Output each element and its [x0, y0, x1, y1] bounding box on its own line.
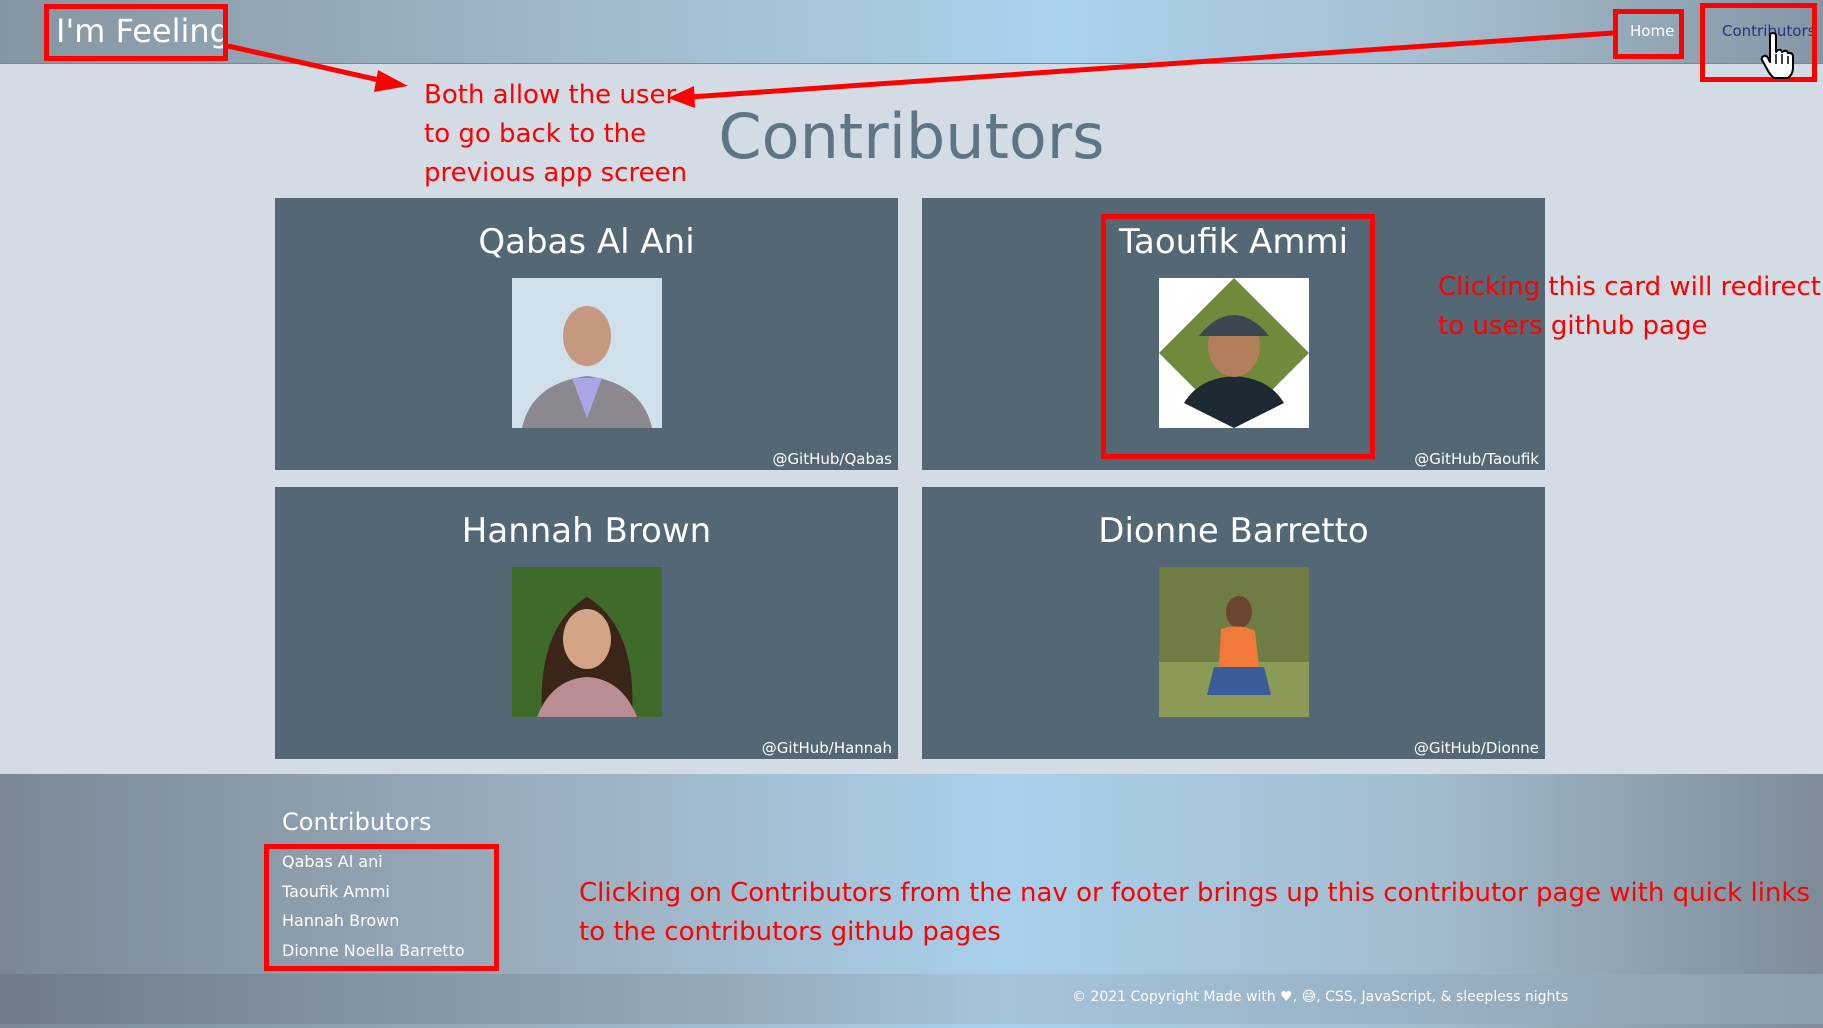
- contributor-github-handle: @GitHub/Dionne: [1413, 739, 1539, 757]
- footer: Contributors Qabas Al ani Taoufik Ammi H…: [0, 774, 1823, 1028]
- contributor-card-taoufik[interactable]: Taoufik Ammi @GitHub/Taoufik: [922, 198, 1545, 470]
- brand-logo-link[interactable]: I'm Feeling: [56, 12, 230, 50]
- footer-link-hannah[interactable]: Hannah Brown: [282, 911, 399, 930]
- contributor-card-hannah[interactable]: Hannah Brown @GitHub/Hannah: [275, 487, 898, 759]
- footer-link-taoufik[interactable]: Taoufik Ammi: [282, 882, 390, 901]
- contributor-name: Dionne Barretto: [1098, 511, 1369, 551]
- footer-link-dionne[interactable]: Dionne Noella Barretto: [282, 941, 465, 960]
- person-photo-icon: [1159, 567, 1309, 717]
- person-photo-icon: [512, 278, 662, 428]
- footer-link-qabas[interactable]: Qabas Al ani: [282, 852, 383, 871]
- page-title: Contributors: [718, 100, 1105, 173]
- person-photo-icon: [1159, 278, 1309, 428]
- contributor-photo: [512, 567, 662, 717]
- contributor-name: Taoufik Ammi: [1118, 222, 1349, 262]
- contributor-github-handle: @GitHub/Taoufik: [1414, 450, 1539, 468]
- navbar: I'm Feeling Home Contributors: [0, 0, 1823, 64]
- contributor-card-dionne[interactable]: Dionne Barretto @GitHub/Dionne: [922, 487, 1545, 759]
- contributor-github-handle: @GitHub/Qabas: [772, 450, 892, 468]
- copyright-text: © 2021 Copyright Made with ♥, 😅, CSS, Ja…: [1072, 989, 1569, 1005]
- nav-home-link[interactable]: Home: [1630, 22, 1674, 40]
- contributor-github-handle: @GitHub/Hannah: [761, 739, 892, 757]
- contributor-photo: [1159, 278, 1309, 428]
- contributor-photo: [1159, 567, 1309, 717]
- hand-cursor-icon: [1760, 32, 1794, 79]
- contributor-name: Hannah Brown: [461, 511, 712, 551]
- contributor-photo: [512, 278, 662, 428]
- person-photo-icon: [512, 567, 662, 717]
- copyright-bar: © 2021 Copyright Made with ♥, 😅, CSS, Ja…: [0, 974, 1823, 1024]
- contributor-card-qabas[interactable]: Qabas Al Ani @GitHub/Qabas: [275, 198, 898, 470]
- contributor-name: Qabas Al Ani: [478, 222, 695, 262]
- footer-heading: Contributors: [282, 808, 432, 836]
